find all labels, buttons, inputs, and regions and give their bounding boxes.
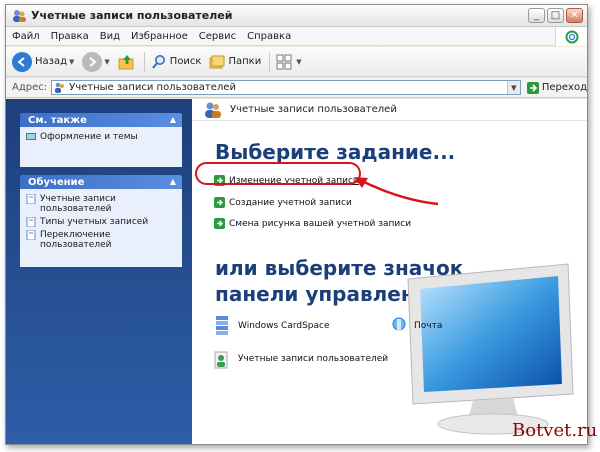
back-button[interactable]: Назад ▼ [12, 51, 74, 72]
cp-label: Windows CardSpace [238, 321, 330, 331]
back-label: Назад [35, 56, 68, 67]
back-arrow-icon [12, 51, 32, 72]
windows-logo [555, 27, 587, 46]
address-dropdown-icon[interactable]: ▼ [506, 81, 520, 94]
collapse-icon[interactable]: ▲ [170, 177, 176, 186]
cardspace-item[interactable]: Windows CardSpace [214, 315, 330, 337]
folder-up-icon [118, 54, 134, 69]
main-header-label: Учетные записи пользователей [230, 104, 397, 115]
see-also-header[interactable]: См. также ▲ [20, 113, 182, 127]
see-also-panel: См. также ▲ Оформление и темы [20, 113, 182, 167]
learn-title: Обучение [28, 176, 85, 188]
mail-icon [392, 317, 406, 331]
main-content: Учетные записи пользователей Выберите за… [192, 99, 587, 444]
user-accounts-item[interactable]: Учетные записи пользователей [214, 348, 388, 370]
go-button[interactable]: Переход [526, 81, 587, 94]
menu-view[interactable]: Вид [100, 31, 120, 42]
toolbar: Назад ▼ ▼ Поиск Папки ▼ [6, 47, 587, 77]
green-arrow-icon [214, 218, 225, 229]
address-label: Адрес: [12, 82, 48, 93]
help-doc-icon [26, 217, 36, 227]
menu-tools[interactable]: Сервис [199, 31, 236, 42]
folders-icon [209, 55, 225, 68]
close-button[interactable]: ✕ [566, 8, 583, 23]
annotation-highlight-ellipse [195, 162, 361, 185]
annotation-arrow [354, 177, 439, 206]
mail-item[interactable]: Почта [390, 315, 442, 337]
minimize-button[interactable]: _ [528, 8, 545, 23]
explorer-window: Учетные записи пользователей _ □ ✕ Файл … [5, 4, 588, 445]
link-label: Оформление и темы [40, 132, 138, 142]
forward-button[interactable]: ▼ [82, 51, 110, 72]
see-also-body: Оформление и темы [20, 127, 182, 167]
toolbar-separator [143, 51, 145, 72]
help-doc-icon [26, 230, 36, 240]
title-bar[interactable]: Учетные записи пользователей _ □ ✕ [6, 5, 587, 27]
window-title: Учетные записи пользователей [31, 9, 233, 22]
address-value: Учетные записи пользователей [69, 82, 236, 93]
link-switch-users[interactable]: Переключение пользователей [26, 230, 176, 250]
link-user-accounts[interactable]: Учетные записи пользователей [26, 194, 176, 214]
views-dropdown-icon[interactable]: ▼ [296, 58, 301, 66]
maximize-button[interactable]: □ [547, 8, 564, 23]
learn-panel: Обучение ▲ Учетные записи пользователей … [20, 175, 182, 267]
task-heading: Выберите задание... [215, 140, 456, 164]
user-accounts-icon [205, 102, 221, 118]
green-arrow-icon [214, 197, 225, 208]
cp-label: Учетные записи пользователей [238, 354, 389, 364]
cardspace-icon [216, 316, 228, 335]
menu-bar: Файл Правка Вид Избранное Сервис Справка [6, 27, 587, 46]
cp-label: Почта [414, 321, 443, 331]
task-change-picture[interactable]: Смена рисунка вашей учетной записи [214, 218, 411, 229]
user-accounts-icon [214, 351, 228, 369]
see-also-title: См. также [28, 114, 87, 126]
menu-favorites[interactable]: Избранное [131, 31, 188, 42]
link-label: Типы учетных записей [40, 217, 149, 227]
link-account-types[interactable]: Типы учетных записей [26, 217, 176, 227]
folders-label: Папки [228, 56, 262, 67]
link-label: Переключение пользователей [40, 230, 112, 250]
menu-help[interactable]: Справка [247, 31, 291, 42]
learn-header[interactable]: Обучение ▲ [20, 175, 182, 189]
toolbar-separator [269, 51, 271, 72]
monitor-illustration [407, 263, 574, 435]
task-label: Создание учетной записи [229, 197, 352, 208]
main-header: Учетные записи пользователей [192, 99, 587, 121]
collapse-icon[interactable]: ▲ [170, 115, 176, 124]
learn-body: Учетные записи пользователей Типы учетны… [20, 189, 182, 267]
appearance-icon [26, 133, 36, 140]
link-appearance-themes[interactable]: Оформление и темы [26, 132, 176, 142]
users-icon [13, 9, 26, 22]
task-label: Смена рисунка вашей учетной записи [229, 218, 412, 229]
search-label: Поиск [169, 56, 202, 67]
go-arrow-icon [526, 81, 539, 94]
back-dropdown-icon[interactable]: ▼ [69, 58, 74, 66]
address-field[interactable]: Учетные записи пользователей ▼ [51, 80, 521, 95]
forward-arrow-icon [82, 51, 103, 72]
menu-file[interactable]: Файл [12, 31, 40, 42]
menu-edit[interactable]: Правка [51, 31, 89, 42]
address-bar: Адрес: Учетные записи пользователей ▼ Пе… [6, 78, 587, 98]
link-label: Учетные записи пользователей [40, 194, 116, 214]
task-create-account[interactable]: Создание учетной записи [214, 197, 352, 208]
views-button[interactable]: ▼ [276, 54, 302, 70]
search-button[interactable]: Поиск [151, 54, 202, 70]
search-icon [152, 54, 165, 69]
views-icon [276, 54, 292, 69]
go-label: Переход [541, 82, 587, 93]
windows-logo-icon [565, 30, 578, 43]
users-icon [55, 82, 65, 93]
help-doc-icon [26, 194, 36, 204]
folders-button[interactable]: Папки [209, 54, 261, 70]
task-pane: См. также ▲ Оформление и темы Обучение ▲ [6, 99, 192, 444]
forward-dropdown-icon[interactable]: ▼ [104, 58, 109, 66]
up-button[interactable] [118, 53, 136, 71]
watermark: Botvet.ru [512, 420, 598, 441]
